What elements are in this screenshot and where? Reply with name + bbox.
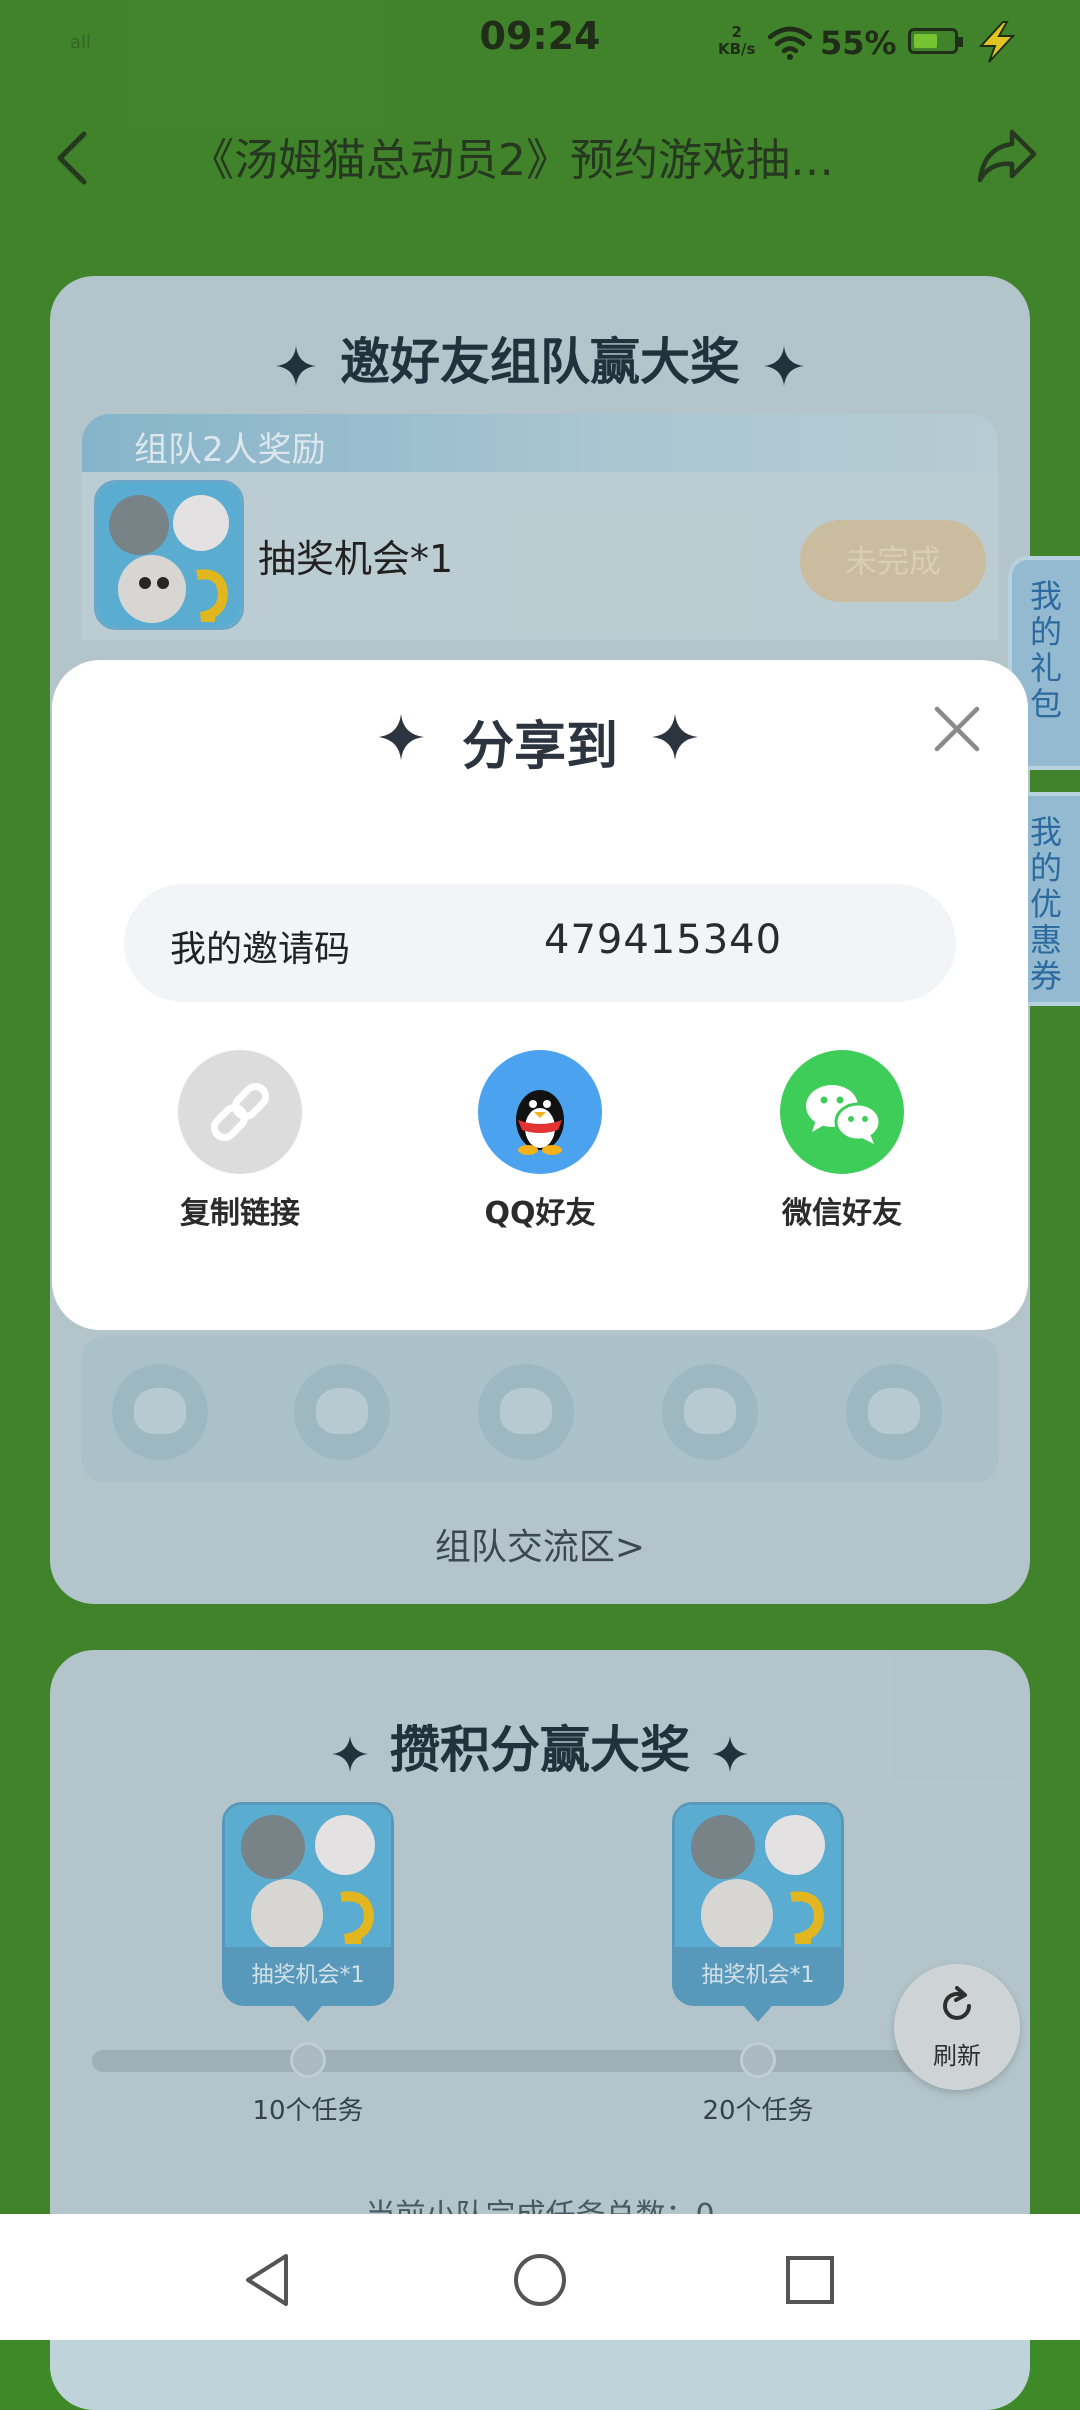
system-nav-bar (0, 2214, 1080, 2340)
nav-recents-icon[interactable] (780, 2250, 840, 2310)
invite-code-label: 我的邀请码 (170, 929, 351, 970)
invite-code-value: 479415340 (544, 917, 783, 963)
invite-code-row: 我的邀请码 479415340 (124, 884, 956, 1002)
close-icon[interactable] (932, 704, 982, 754)
wechat-friends-label: 微信好友 (782, 1196, 902, 1231)
share-dialog-title: 分享到 (461, 717, 618, 777)
link-icon (178, 1050, 302, 1174)
copy-link-option[interactable]: 复制链接 (130, 1050, 350, 1232)
copy-link-label: 复制链接 (180, 1196, 300, 1231)
share-dialog: 分享到 我的邀请码 479415340 复制链接 QQ好友 微信好友 (52, 660, 1028, 1330)
qq-friends-label: QQ好友 (484, 1196, 596, 1231)
wechat-icon (780, 1050, 904, 1174)
nav-back-icon[interactable] (238, 2250, 298, 2310)
qq-friends-option[interactable]: QQ好友 (430, 1050, 650, 1232)
qq-penguin-icon (478, 1050, 602, 1174)
wechat-friends-option[interactable]: 微信好友 (732, 1050, 952, 1232)
sparkle-icon (652, 714, 698, 760)
nav-home-icon[interactable] (510, 2250, 570, 2310)
